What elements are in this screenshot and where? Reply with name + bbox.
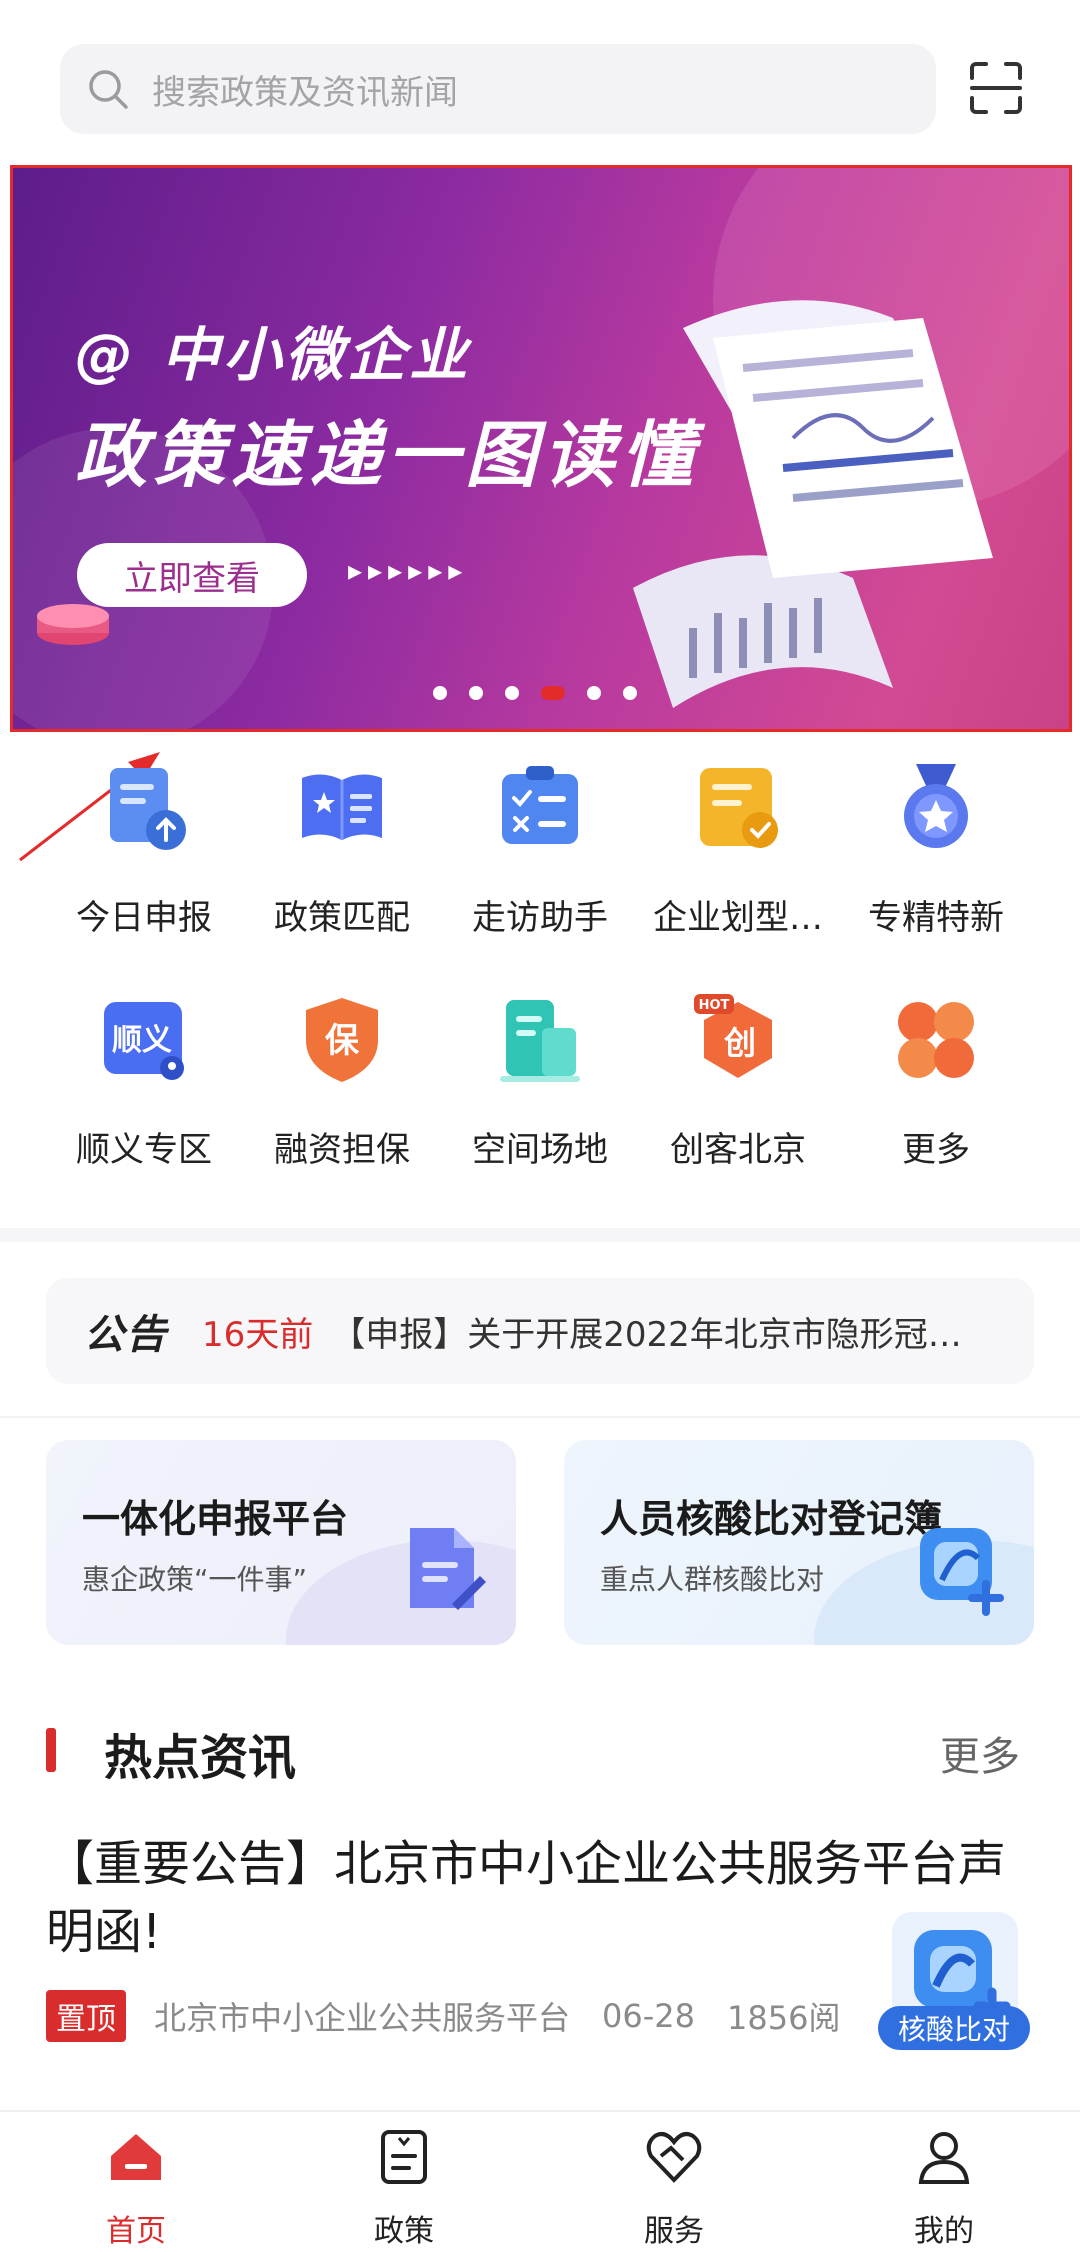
pagination-dot[interactable]	[433, 686, 447, 700]
grid-item-today-report[interactable]: 今日申报	[44, 760, 244, 939]
grid-item-shunyi-zone[interactable]: 顺义 顺义专区	[44, 992, 244, 1171]
notice-bar[interactable]: 公告 16天前 【申报】关于开展2022年北京市隐形冠…	[46, 1278, 1034, 1384]
grid-item-finance-guarantee[interactable]: 保 融资担保	[242, 992, 442, 1171]
cylinder-decoration-icon	[37, 604, 109, 645]
pagination-dot[interactable]	[469, 686, 483, 700]
card-title: 人员核酸比对登记簿	[600, 1497, 943, 1541]
card-subtitle: 惠企政策“一件事”	[82, 1563, 308, 1596]
search-icon	[89, 70, 128, 109]
news-reads: 1856阅	[727, 1999, 841, 2037]
hot-badge: HOT	[699, 998, 730, 1013]
grid-item-visit-assistant[interactable]: 走访助手	[440, 760, 640, 939]
search-placeholder: 搜索政策及资讯新闻	[152, 72, 458, 113]
banner-arrows: ▸▸▸▸▸▸	[348, 554, 469, 587]
section-divider	[0, 1228, 1080, 1242]
grid-item-maker-beijing[interactable]: 创 HOT 创客北京	[638, 992, 838, 1171]
grid-item-label: 今日申报	[76, 898, 212, 938]
notice-tag: 公告	[84, 1312, 168, 1358]
home-icon	[111, 2134, 161, 2180]
shunyi-zone-icon: 顺义	[104, 1002, 184, 1080]
tab-label: 政策	[374, 2214, 434, 2249]
bottom-tab-bar: 首页 政策 服务 我的	[0, 2110, 1080, 2252]
svg-text:顺义: 顺义	[112, 1023, 172, 1058]
hot-news-more-link[interactable]: 更多	[940, 1724, 1020, 1782]
hot-news-header: 热点资讯 更多	[0, 1710, 1080, 1790]
grid-item-label: 专精特新	[868, 898, 1004, 938]
svg-text:保: 保	[325, 1021, 360, 1061]
report-upload-icon	[110, 768, 186, 850]
grid-item-label: 融资担保	[274, 1130, 410, 1170]
grid-item-label: 企业划型…	[653, 898, 823, 938]
document-illustration-icon	[633, 300, 993, 708]
policy-icon	[381, 2130, 427, 2184]
news-date: 06-28	[602, 1997, 695, 2035]
pinned-badge: 置顶	[46, 1990, 126, 2042]
tab-home[interactable]: 首页	[56, 2126, 216, 2250]
search-input[interactable]: 搜索政策及资讯新闻	[60, 44, 936, 134]
grid-item-label: 创客北京	[670, 1130, 806, 1170]
card-subtitle: 重点人群核酸比对	[600, 1563, 825, 1596]
user-icon	[918, 2132, 970, 2184]
service-heart-icon	[646, 2132, 702, 2183]
grid-item-more[interactable]: 更多	[836, 992, 1036, 1171]
notice-time: 16天前	[202, 1314, 314, 1355]
card-title: 一体化申报平台	[82, 1497, 349, 1541]
grid-item-label: 更多	[902, 1130, 970, 1170]
news-source: 北京市中小企业公共服务平台	[154, 1999, 571, 2037]
news-title: 【重要公告】北京市中小企业公共服务平台声明函!	[46, 1836, 1007, 1960]
banner-pagination	[433, 686, 637, 700]
grid-item-enterprise-classify[interactable]: 企业划型…	[638, 760, 838, 939]
maker-hot-icon: 创 HOT	[694, 994, 772, 1078]
section-accent-bar	[46, 1728, 56, 1772]
pagination-dot[interactable]	[587, 686, 601, 700]
card-nucleic-registry[interactable]: 人员核酸比对登记簿 重点人群核酸比对	[564, 1440, 1034, 1645]
tab-service[interactable]: 服务	[594, 2126, 754, 2250]
space-building-icon	[500, 1000, 580, 1082]
notice-text[interactable]: 【申报】关于开展2022年北京市隐形冠…	[331, 1307, 962, 1356]
tab-label: 服务	[644, 2214, 704, 2249]
grid-item-specialized[interactable]: 专精特新	[836, 760, 1036, 939]
grid-item-policy-match[interactable]: 政策匹配	[242, 760, 442, 939]
checklist-clipboard-icon	[502, 766, 578, 844]
card-integrated-platform[interactable]: 一体化申报平台 惠企政策“一件事”	[46, 1440, 516, 1645]
section-divider	[0, 1416, 1080, 1418]
tab-label: 我的	[914, 2214, 974, 2249]
policy-book-icon	[302, 774, 382, 840]
pagination-dot[interactable]	[623, 686, 637, 700]
floating-nucleic-button[interactable]: 核酸比对	[878, 2006, 1030, 2050]
tab-mine[interactable]: 我的	[864, 2126, 1024, 2250]
finance-shield-icon: 保	[306, 998, 378, 1082]
grid-item-label: 政策匹配	[274, 898, 410, 938]
tab-policy[interactable]: 政策	[324, 2126, 484, 2250]
banner-title-line1: @ 中小微企业	[75, 321, 472, 389]
home-page: 搜索政策及资讯新闻 @ 中小微企业 政策速递一图读懂 立即查看 ▸▸▸▸▸▸ 今…	[0, 0, 1080, 2252]
pagination-dot[interactable]	[505, 686, 519, 700]
document-edit-icon	[410, 1528, 486, 1610]
grid-item-space-venue[interactable]: 空间场地	[440, 992, 640, 1171]
pagination-dot-active[interactable]	[541, 686, 565, 700]
scan-icon[interactable]	[968, 60, 1024, 116]
enterprise-classify-icon	[700, 768, 778, 848]
hot-news-title: 热点资讯	[104, 1730, 297, 1786]
grid-item-label: 走访助手	[472, 898, 608, 938]
grid-item-label: 空间场地	[472, 1130, 608, 1170]
more-grid-icon	[898, 1002, 974, 1078]
promo-banner[interactable]: @ 中小微企业 政策速递一图读懂 立即查看 ▸▸▸▸▸▸	[10, 165, 1072, 732]
svg-text:创: 创	[723, 1024, 756, 1062]
search-header: 搜索政策及资讯新闻	[0, 0, 1080, 165]
medal-star-icon	[904, 764, 968, 848]
tab-label: 首页	[106, 2214, 166, 2249]
nucleic-compare-icon	[920, 1528, 1004, 1616]
grid-item-label: 顺义专区	[76, 1130, 212, 1170]
